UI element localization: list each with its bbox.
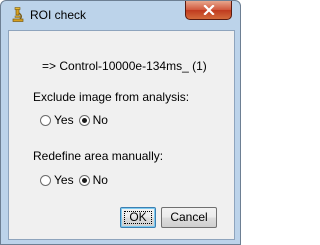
radio-button-icon <box>40 114 51 126</box>
redefine-radio-group: Yes No <box>40 172 108 188</box>
window-title: ROI check <box>30 8 87 22</box>
exclude-no-label: No <box>92 113 108 127</box>
microscope-icon <box>9 7 25 23</box>
close-icon <box>203 5 215 15</box>
ok-label: OK <box>129 210 147 224</box>
image-name-label: => Control-10000e-134ms_ (1) <box>42 59 207 73</box>
radio-button-icon <box>78 114 90 126</box>
redefine-no-radio[interactable]: No <box>78 173 108 187</box>
exclude-radio-group: Yes No <box>40 112 108 128</box>
title-bar[interactable]: ROI check <box>1 1 240 29</box>
radio-selected-dot <box>81 177 87 183</box>
redefine-yes-label: Yes <box>54 173 74 187</box>
close-button[interactable] <box>185 1 232 20</box>
ok-button[interactable]: OK <box>120 207 156 228</box>
radio-selected-dot <box>81 117 87 123</box>
cancel-button[interactable]: Cancel <box>161 207 217 228</box>
radio-button-icon <box>40 174 51 186</box>
redefine-yes-radio[interactable]: Yes <box>40 173 74 187</box>
exclude-yes-radio[interactable]: Yes <box>40 113 74 127</box>
exclude-question-label: Exclude image from analysis: <box>33 90 190 104</box>
redefine-no-label: No <box>92 173 108 187</box>
dialog-window: ROI check => Control-10000e-134ms_ (1) E… <box>0 0 241 245</box>
exclude-no-radio[interactable]: No <box>78 113 108 127</box>
redefine-question-label: Redefine area manually: <box>33 149 164 163</box>
dialog-content: => Control-10000e-134ms_ (1) Exclude ima… <box>8 30 235 240</box>
cancel-label: Cancel <box>170 210 208 224</box>
radio-button-icon <box>78 174 90 186</box>
exclude-yes-label: Yes <box>54 113 74 127</box>
